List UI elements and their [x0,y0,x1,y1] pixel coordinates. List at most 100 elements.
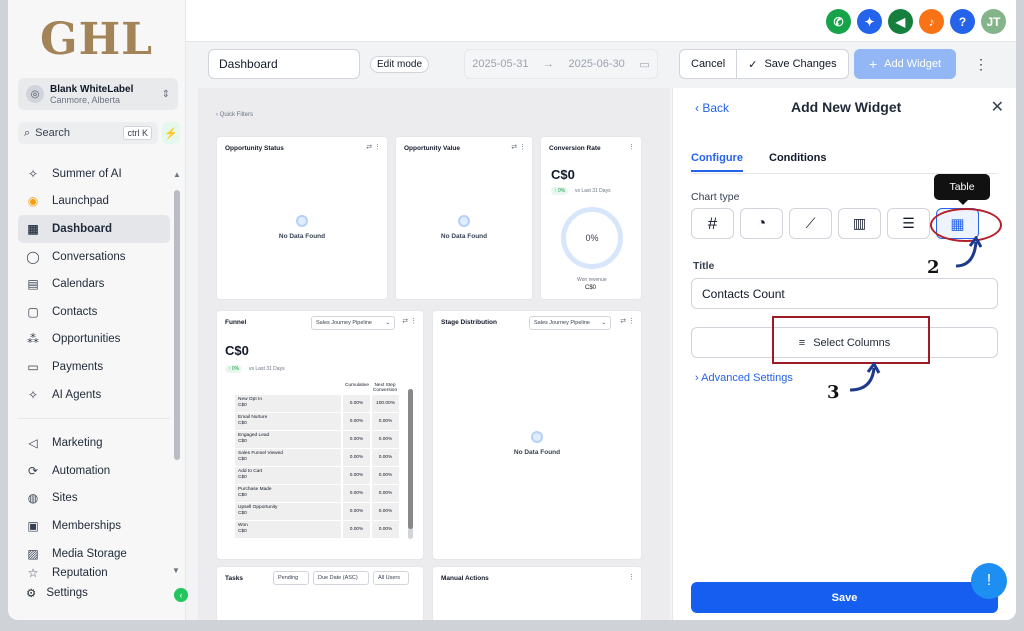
stage-amount: C$0 [238,475,247,480]
bell-icon[interactable]: ♪ [919,9,944,34]
sidebar-item-marketing[interactable]: ◁ Marketing [18,429,170,457]
chart-type-line[interactable]: ⟋ [789,208,832,239]
scrollbar-thumb[interactable] [408,389,413,529]
add-widget-button[interactable]: + Add Widget [854,49,956,79]
tab-conditions[interactable]: Conditions [769,152,826,164]
cancel-button[interactable]: Cancel [680,50,736,78]
close-icon[interactable]: ✕ [991,97,1004,117]
megaphone-icon: ◁ [28,436,38,451]
arrow-right-icon: → [543,58,555,70]
search-input[interactable]: ⌕ Search ctrl K [18,122,158,144]
sidebar-item-label: Media Storage [52,547,127,560]
funnel-scrollbar[interactable] [408,389,413,539]
sidebar-item-contacts[interactable]: ▢ Contacts [18,298,170,326]
task-sort-select[interactable]: Due Date (ASC) [313,571,369,585]
sidebar-item-label: Sites [52,492,78,505]
save-button[interactable]: Save [691,582,998,613]
sidebar-item-opportunities[interactable]: ⁂ Opportunities [18,326,170,354]
chart-type-pie[interactable]: ◔ [740,208,783,239]
help-icon[interactable]: ? [950,9,975,34]
sidebar-item-reputation[interactable]: ☆ Reputation [18,567,170,579]
opportunity-value-widget[interactable]: Opportunity Value ⇄ ⋮ No Data Found [395,136,533,300]
sidebar-item-settings[interactable]: ⚙ Settings [26,586,88,600]
scroll-up-icon[interactable]: ▲ [172,170,182,179]
pipeline-select[interactable]: Sales Journey Pipeline ⌄ [529,316,611,330]
funnel-widget[interactable]: Funnel Sales Journey Pipeline ⌄ ⇄ ⋮ C$0 ↑… [216,310,424,560]
gear-icon: ⚙ [26,588,37,600]
step-number: 2 [927,257,940,278]
gauge-footer: C$0 [585,285,597,291]
next-step-cell: 0.00% [372,413,399,430]
widget-menu-icon[interactable]: ⇄ ⋮ [620,317,635,325]
task-users-select[interactable]: All Users [373,571,409,585]
dashboard-name-input[interactable]: Dashboard [208,49,360,79]
next-step-cell: 0.00% [372,503,399,520]
widget-title-input[interactable]: Contacts Count [691,278,998,309]
widget-title: Opportunity Status [225,145,284,152]
sidebar-item-label: Conversations [52,250,126,263]
widget-menu-icon[interactable]: ⇄ ⋮ [366,143,381,151]
chart-type-horizontal-bar[interactable]: ☰ [887,208,930,239]
announcement-icon[interactable]: ◀ [888,9,913,34]
sidebar-item-memberships[interactable]: ▣ Memberships [18,512,170,540]
widget-menu-icon[interactable]: ⇄ ⋮ [511,143,526,151]
sidebar-item-conversations[interactable]: ◯ Conversations [18,243,170,271]
sidebar-item-calendars[interactable]: ▤ Calendars [18,270,170,298]
stage-distribution-widget[interactable]: Stage Distribution Sales Journey Pipelin… [432,310,642,560]
table-row: Purchase Made C$0 0.00% 0.00% [235,485,403,502]
conversion-rate-widget[interactable]: Conversion Rate ⋮ C$0 ↑ 0% vs Last 31 Da… [540,136,642,300]
location-icon: ◎ [26,85,44,103]
sort-value: Due Date (ASC) [318,575,358,581]
add-widget-label: Add Widget [884,58,942,70]
change-value: 0% [557,188,566,194]
stage-cell: Sales Funnel Viewed C$0 [235,449,341,466]
contacts-icon: ▢ [27,304,39,319]
sidebar-item-launchpad[interactable]: ◉ Launchpad [18,188,170,216]
sidebar-item-ai-agents[interactable]: ✧ AI Agents [18,381,170,409]
tab-configure[interactable]: Configure [691,152,743,172]
tasks-widget[interactable]: Tasks Pending Due Date (ASC) All Users [216,566,424,620]
chart-type-number[interactable]: # [691,208,734,239]
magic-icon[interactable]: ✦ [857,9,882,34]
scrollbar-thumb[interactable] [174,190,180,460]
widget-menu-icon[interactable]: ⇄ ⋮ [402,317,417,325]
sidebar-item-label: Dashboard [52,222,113,235]
sidebar-item-summer-of-ai[interactable]: ✧ Summer of AI [18,160,170,188]
account-switcher[interactable]: ◎ Blank WhiteLabel Canmore, Alberta ⇕ [18,78,178,110]
date-range-picker[interactable]: 2025-05-31 → 2025-06-30 ▭ [464,49,658,79]
widget-menu-icon[interactable]: ⋮ [628,143,635,151]
pipeline-select[interactable]: Sales Journey Pipeline ⌄ [311,316,395,330]
table-row: Upsell Opportunity C$0 0.00% 0.00% [235,503,403,520]
cumulative-cell: 0.00% [343,485,370,502]
image-icon: ▨ [27,546,39,561]
avatar[interactable]: JT [981,9,1006,34]
task-status-select[interactable]: Pending [273,571,309,585]
sidebar-item-media-storage[interactable]: ▨ Media Storage [18,540,170,568]
stage-amount: C$0 [238,421,247,426]
collapse-sidebar-icon[interactable]: ‹ [174,588,188,602]
sidebar-item-automation[interactable]: ⟳ Automation [18,457,170,485]
sidebar-item-payments[interactable]: ▭ Payments [18,353,170,381]
sidebar-item-dashboard[interactable]: ▦ Dashboard [18,215,170,243]
header-next-step: Next Step Conversion [372,383,398,393]
nav-divider [18,418,170,420]
sidebar-scrollbar[interactable]: ▲ ▼ [172,170,182,580]
next-step-cell: 0.00% [372,485,399,502]
opportunity-status-widget[interactable]: Opportunity Status ⇄ ⋮ No Data Found [216,136,388,300]
save-changes-button[interactable]: ✓ Save Changes [736,50,847,78]
chart-type-bar[interactable]: ▥ [838,208,881,239]
advanced-settings-toggle[interactable]: › Advanced Settings [695,372,793,384]
quick-filters[interactable]: ‹ Quick Filters [216,112,253,118]
quick-action-bolt-icon[interactable]: ⚡ [162,122,180,144]
widget-menu-icon[interactable]: ⋮ [628,573,635,581]
more-options-icon[interactable]: ⋮ [974,56,988,73]
phone-icon[interactable]: ✆ [826,9,851,34]
sidebar-item-sites[interactable]: ◍ Sites [18,485,170,513]
scroll-down-icon[interactable]: ▼ [172,566,180,575]
chat-widget-icon[interactable]: ! [971,563,1007,599]
change-badge: ↑ 0% [551,187,569,195]
back-button[interactable]: ‹ Back [695,101,729,115]
dashboard-toolbar: Dashboard Edit mode 2025-05-31 → 2025-06… [186,42,1016,88]
manual-actions-widget[interactable]: Manual Actions ⋮ [432,566,642,620]
widget-title: Tasks [225,575,243,582]
